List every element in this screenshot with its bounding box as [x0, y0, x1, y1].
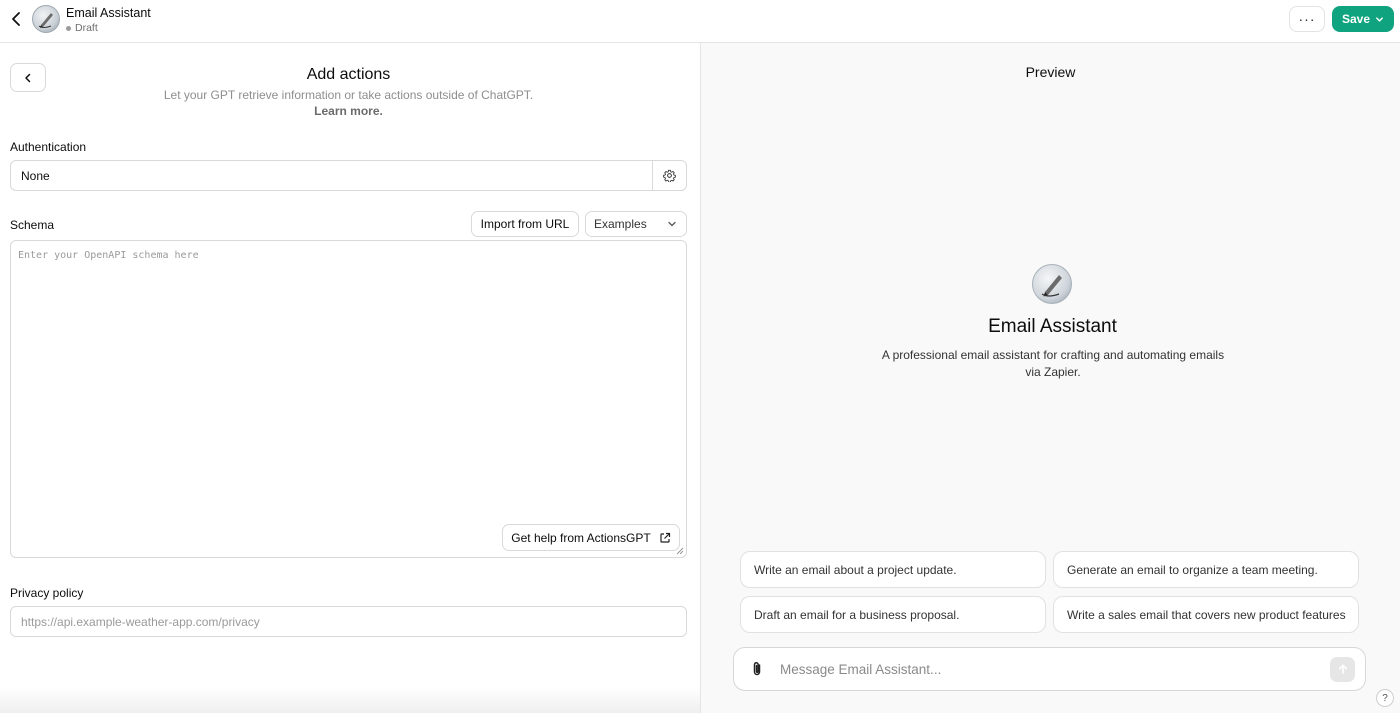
- schema-label: Schema: [10, 218, 55, 232]
- attach-button[interactable]: [734, 648, 780, 690]
- conversation-starter[interactable]: Write a sales email that covers new prod…: [1053, 596, 1359, 633]
- authentication-label: Authentication: [10, 140, 87, 154]
- conversation-starter[interactable]: Write an email about a project update.: [740, 551, 1046, 588]
- authentication-settings-button[interactable]: [652, 161, 686, 190]
- privacy-policy-label: Privacy policy: [10, 586, 84, 600]
- message-composer: [733, 647, 1366, 691]
- preview-gpt-avatar: [1032, 264, 1072, 304]
- conversation-starter[interactable]: Generate an email to organize a team mee…: [1053, 551, 1359, 588]
- authentication-field[interactable]: None: [10, 160, 687, 191]
- help-label: Get help from ActionsGPT: [511, 530, 651, 545]
- chevron-down-icon: [668, 221, 676, 227]
- send-button[interactable]: [1330, 656, 1355, 682]
- page-subtitle: Let your GPT retrieve information or tak…: [163, 88, 534, 102]
- save-label: Save: [1341, 12, 1371, 26]
- authentication-value: None: [21, 168, 50, 183]
- actionsgpt-help-button[interactable]: Get help from ActionsGPT: [502, 524, 680, 551]
- privacy-policy-input[interactable]: [10, 606, 687, 637]
- status-dot-icon: [66, 25, 71, 31]
- back-chevron-icon[interactable]: [8, 9, 26, 29]
- actions-editor-panel: Add actions Let your GPT retrieve inform…: [0, 43, 701, 713]
- examples-label: Examples: [594, 217, 647, 231]
- bottom-fade: [0, 687, 700, 713]
- status-label: Draft: [75, 22, 98, 34]
- schema-textarea[interactable]: [11, 241, 686, 557]
- message-input[interactable]: [780, 661, 1330, 677]
- more-options-button[interactable]: ···: [1289, 6, 1325, 32]
- arrow-up-icon: [1338, 664, 1347, 674]
- preview-panel: Preview Email Assistant A professional e…: [701, 43, 1400, 713]
- import-from-url-button[interactable]: Import from URL: [471, 211, 579, 237]
- save-button[interactable]: Save: [1332, 6, 1394, 32]
- help-button[interactable]: ?: [1376, 689, 1394, 707]
- gpt-avatar[interactable]: [32, 5, 60, 33]
- preview-title: Preview: [1025, 64, 1076, 80]
- schema-editor: [10, 240, 687, 558]
- paperclip-icon: [753, 661, 761, 676]
- learn-more-link[interactable]: Learn more.: [0, 104, 697, 118]
- top-bar: Email Assistant Draft ··· Save: [0, 0, 1400, 43]
- gear-icon: [663, 169, 676, 182]
- draft-status: Draft: [66, 22, 98, 34]
- examples-dropdown[interactable]: Examples: [585, 211, 687, 237]
- page-title: Add actions: [306, 66, 391, 83]
- chevron-down-icon: [1376, 16, 1383, 22]
- gpt-title: Email Assistant: [66, 6, 151, 20]
- preview-gpt-description: A professional email assistant for craft…: [881, 348, 1225, 379]
- external-link-icon: [660, 532, 670, 543]
- conversation-starter[interactable]: Draft an email for a business proposal.: [740, 596, 1046, 633]
- preview-gpt-name: Email Assistant: [988, 316, 1117, 337]
